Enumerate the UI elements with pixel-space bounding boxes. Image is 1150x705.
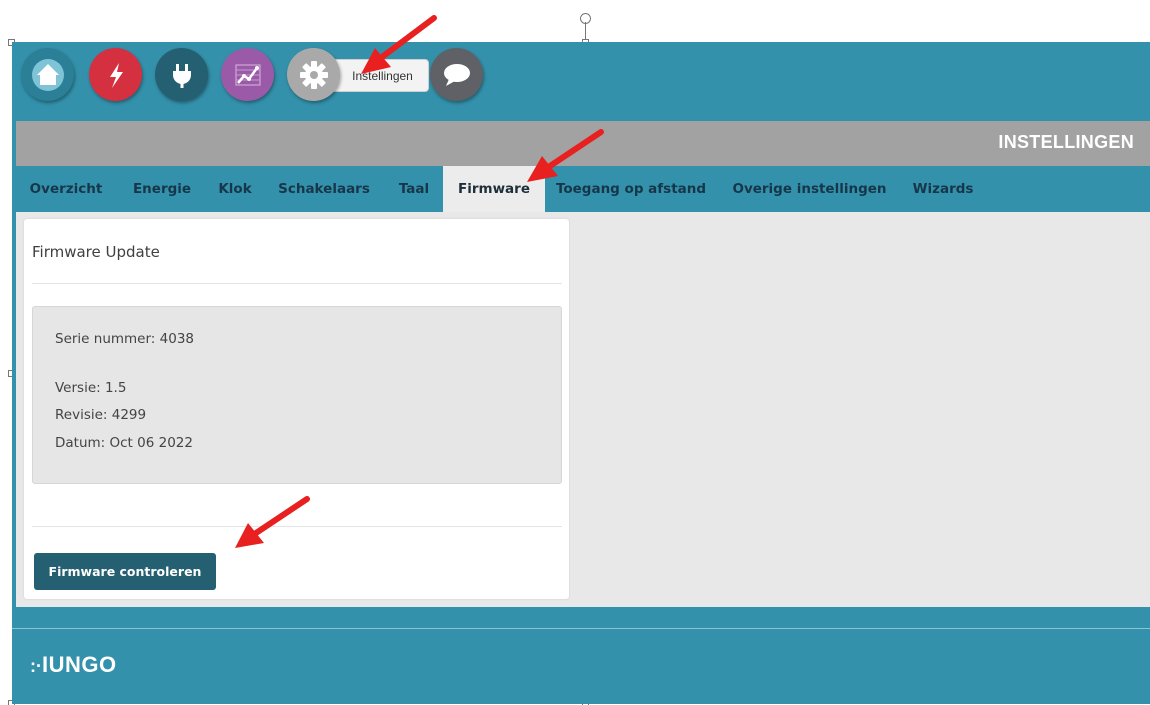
footer-divider bbox=[12, 628, 1150, 629]
tab-firmware[interactable]: Firmware bbox=[443, 166, 545, 212]
firmware-version: Versie: 1.5 bbox=[55, 380, 127, 396]
content-area: Firmware Update Serie nummer: 4038 Versi… bbox=[16, 212, 1150, 607]
chat-button[interactable] bbox=[430, 48, 483, 101]
divider bbox=[32, 526, 562, 527]
firmware-info-box: Serie nummer: 4038 Versie: 1.5 Revisie: … bbox=[32, 306, 562, 484]
firmware-date: Datum: Oct 06 2022 bbox=[55, 435, 193, 451]
divider bbox=[32, 283, 562, 284]
screenshot-canvas: Instellingen INSTELLINGEN Overzicht Ener… bbox=[0, 0, 1150, 705]
serial-number: Serie nummer: 4038 bbox=[55, 331, 195, 347]
icon-toolbar: Instellingen bbox=[12, 42, 1150, 118]
tab-taal[interactable]: Taal bbox=[386, 166, 442, 212]
tab-wizards[interactable]: Wizards bbox=[902, 166, 984, 212]
graph-button[interactable] bbox=[221, 48, 274, 101]
page-title: INSTELLINGEN bbox=[998, 132, 1134, 152]
check-firmware-button[interactable]: Firmware controleren bbox=[34, 553, 216, 590]
iungo-logo: :·IUNGO bbox=[30, 652, 117, 677]
plug-icon bbox=[172, 63, 191, 88]
tab-toegang-op-afstand[interactable]: Toegang op afstand bbox=[545, 166, 717, 212]
firmware-revision: Revisie: 4299 bbox=[55, 407, 147, 423]
tab-overige-instellingen[interactable]: Overige instellingen bbox=[717, 166, 902, 212]
settings-button[interactable] bbox=[287, 48, 340, 101]
switches-button[interactable] bbox=[155, 48, 208, 101]
home-icon bbox=[31, 58, 64, 91]
tab-bar: Overzicht Energie Klok Schakelaars Taal … bbox=[16, 166, 1150, 212]
tab-klok[interactable]: Klok bbox=[208, 166, 262, 212]
app-frame: Instellingen INSTELLINGEN Overzicht Ener… bbox=[12, 42, 1150, 704]
chat-icon bbox=[443, 63, 470, 86]
firmware-update-card: Firmware Update Serie nummer: 4038 Versi… bbox=[24, 219, 569, 599]
tab-energie[interactable]: Energie bbox=[116, 166, 208, 212]
home-button[interactable] bbox=[21, 48, 74, 101]
lightning-icon bbox=[109, 62, 123, 88]
tab-schakelaars[interactable]: Schakelaars bbox=[262, 166, 386, 212]
tab-overzicht[interactable]: Overzicht bbox=[16, 166, 116, 212]
page-title-bar: INSTELLINGEN bbox=[16, 121, 1150, 166]
settings-tooltip: Instellingen bbox=[328, 59, 429, 92]
logo-mark: :· bbox=[30, 656, 42, 676]
energy-button[interactable] bbox=[89, 48, 142, 101]
gear-icon bbox=[299, 60, 328, 89]
graph-icon bbox=[235, 64, 260, 85]
card-title: Firmware Update bbox=[32, 243, 160, 261]
